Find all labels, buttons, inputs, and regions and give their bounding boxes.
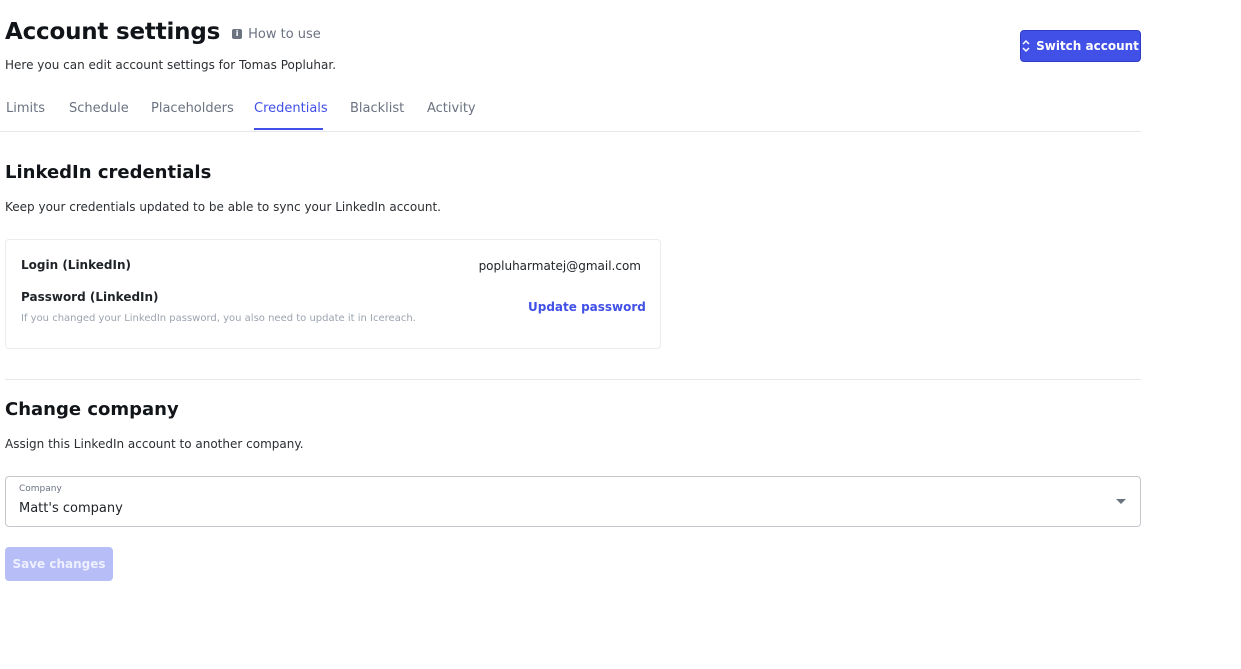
switch-account-label: Switch account — [1036, 39, 1139, 53]
tab-blacklist[interactable]: Blacklist — [350, 101, 404, 130]
login-label: Login (LinkedIn) — [21, 258, 131, 272]
how-to-use-link[interactable]: i How to use — [232, 27, 321, 42]
how-to-use-label: How to use — [248, 26, 321, 42]
title-row: Account settings i How to use — [5, 19, 321, 45]
chevron-up-down-icon — [1022, 39, 1030, 53]
update-password-button[interactable]: Update password — [528, 300, 646, 314]
settings-tabs: Limits Schedule Placeholders Credentials… — [0, 96, 1141, 132]
tab-credentials[interactable]: Credentials — [254, 101, 328, 130]
company-select-value: Matt's company — [19, 501, 123, 516]
credentials-card: Login (LinkedIn) popluharmatej@gmail.com… — [5, 239, 661, 349]
credentials-section-title: LinkedIn credentials — [5, 162, 212, 183]
company-section-title: Change company — [5, 399, 179, 420]
section-divider — [5, 379, 1141, 380]
company-select-label: Company — [19, 484, 62, 494]
account-settings-page: Account settings i How to use Here you c… — [0, 0, 1241, 669]
company-select[interactable]: Company Matt's company — [5, 476, 1141, 527]
tab-activity[interactable]: Activity — [427, 101, 476, 130]
company-section-description: Assign this LinkedIn account to another … — [5, 437, 304, 451]
caret-down-icon — [1116, 499, 1126, 504]
credentials-section-description: Keep your credentials updated to be able… — [5, 200, 441, 214]
login-value: popluharmatej@gmail.com — [478, 259, 641, 273]
info-icon: i — [232, 29, 243, 39]
tab-placeholders[interactable]: Placeholders — [151, 101, 234, 130]
tab-schedule[interactable]: Schedule — [69, 101, 129, 130]
password-hint: If you changed your LinkedIn password, y… — [21, 313, 416, 324]
page-subtitle: Here you can edit account settings for T… — [5, 58, 337, 72]
save-changes-button[interactable]: Save changes — [5, 547, 113, 581]
page-title: Account settings — [5, 19, 221, 45]
tab-limits[interactable]: Limits — [6, 101, 45, 130]
password-label: Password (LinkedIn) — [21, 290, 159, 304]
switch-account-button[interactable]: Switch account — [1020, 30, 1141, 62]
